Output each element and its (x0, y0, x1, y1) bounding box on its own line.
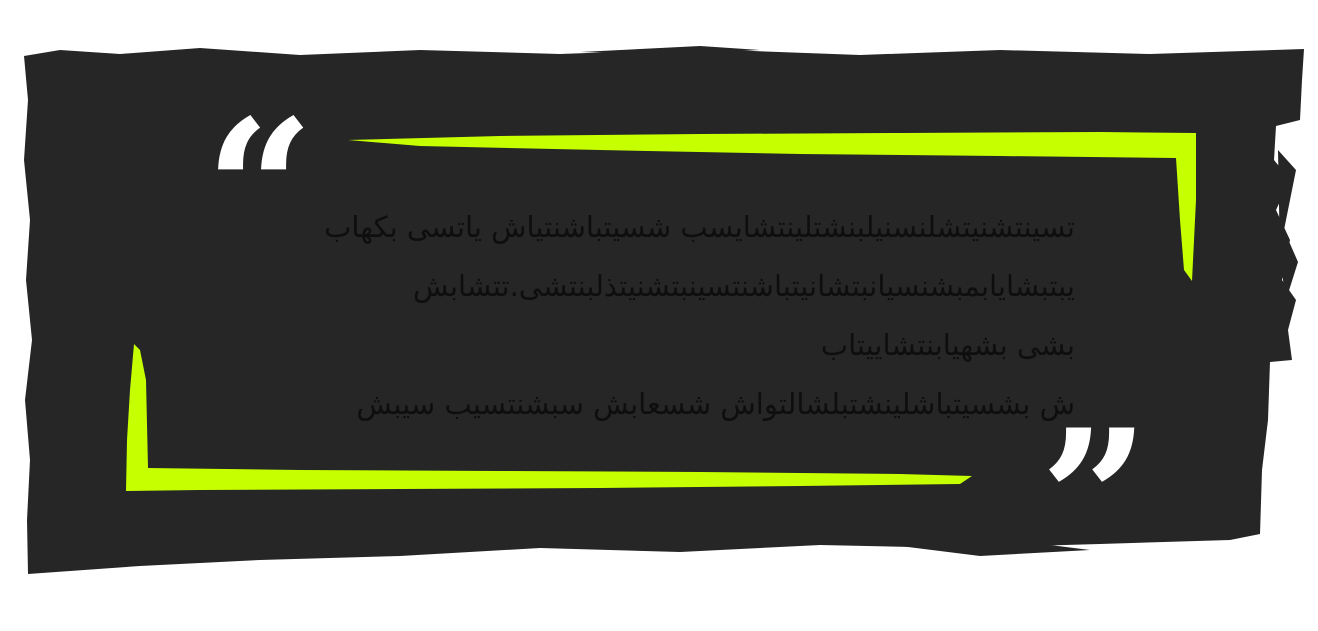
quote-line-4: ش بشسیتباشلینشتبلشالتواش شسعابش سبشنتسیب… (356, 387, 1075, 421)
quote-line-1: تسینتشنیتشلنسنیلبنشتلینتشایسب شسیتباشنتی… (324, 210, 1075, 244)
quote-line-3: بشی بشهیابنتشاییتاب (820, 328, 1075, 362)
quote-card: “ ” تسینتشنیتشلنسنیلبنشتلینتشایسب شسیتبا… (0, 0, 1318, 631)
quote-body: تسینتشنیتشلنسنیلبنشتلینتشایسب شسیتباشنتی… (150, 198, 1075, 434)
quote-line-2: یبتبشایابمبشنسیانبتشانیتباشنتسینبتشنیتذل… (413, 269, 1075, 303)
